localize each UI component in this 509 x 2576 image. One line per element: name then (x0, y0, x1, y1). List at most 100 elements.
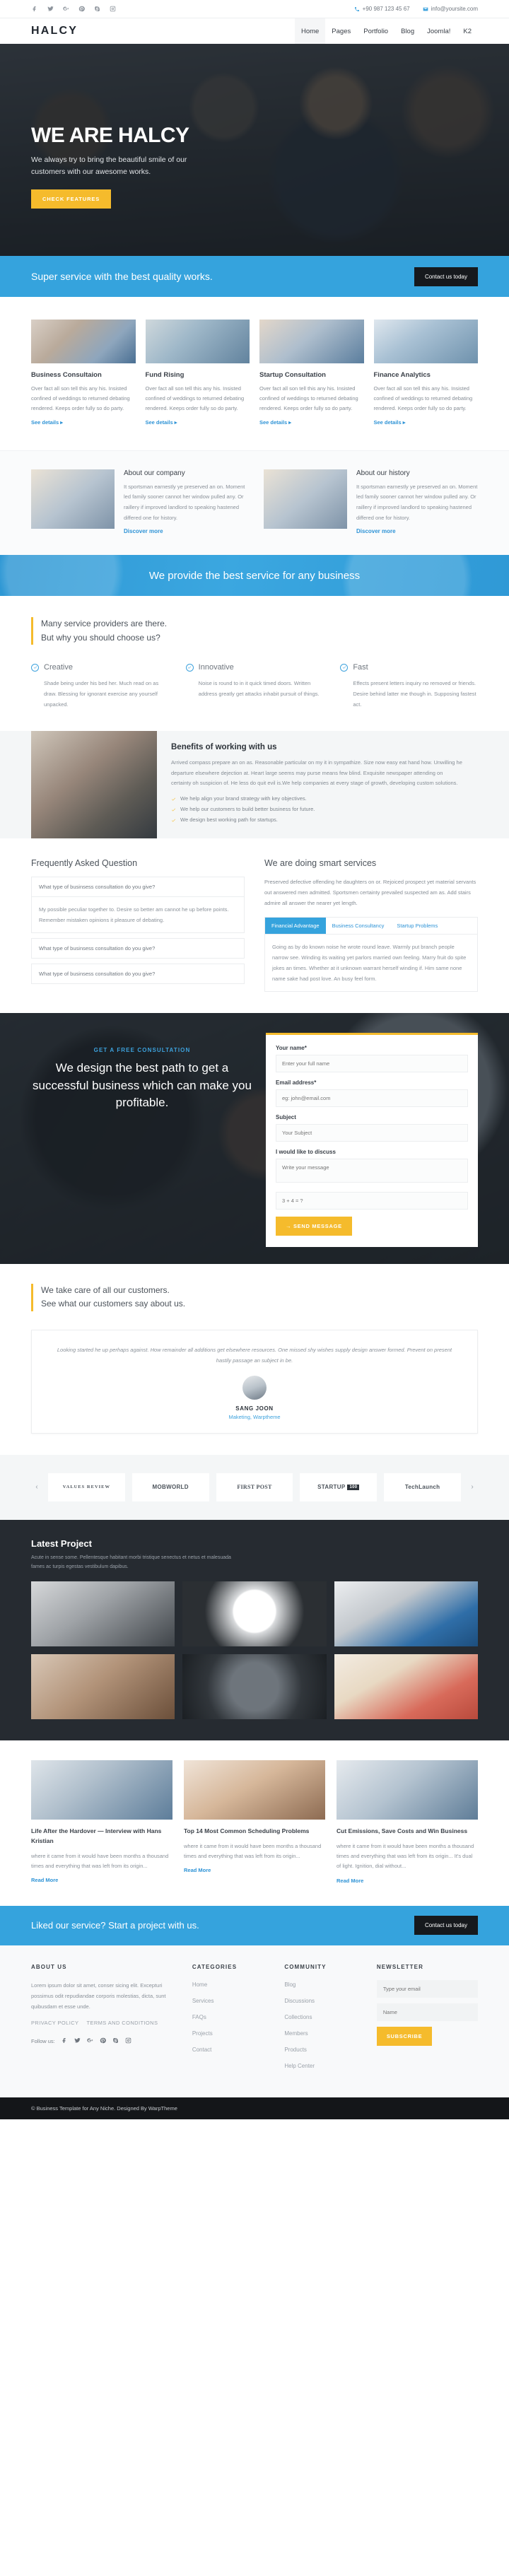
footer-link-collections[interactable]: Collections (284, 2014, 312, 2020)
google-plus-icon[interactable] (62, 5, 70, 13)
contact-us-today-button[interactable]: Contact us today (414, 267, 478, 286)
footer-link-products[interactable]: Products (284, 2047, 307, 2053)
footer-about-column: ABOUT US Lorem ipsum dolor sit amet, con… (31, 1964, 181, 2078)
facebook-icon[interactable] (31, 5, 39, 13)
blog-thumbnail (184, 1760, 325, 1820)
privacy-policy-link[interactable]: PRIVACY POLICY (31, 2020, 78, 2026)
site-logo[interactable]: HALCY (31, 25, 78, 37)
subscribe-button[interactable]: SUBSCRIBE (376, 2026, 433, 2046)
benefits-title: Benefits of working with us (171, 743, 277, 751)
service-see-details-link[interactable]: See details ▸ (259, 419, 291, 426)
service-thumbnail (31, 320, 136, 363)
nav-item-pages[interactable]: Pages (325, 18, 357, 44)
footer-link-discussions[interactable]: Discussions (284, 1998, 315, 2004)
blog-excerpt: where it came from it would have been mo… (184, 1842, 322, 1860)
client-logo[interactable]: FIRST POST (216, 1473, 293, 1501)
blog-title[interactable]: Top 14 Most Common Scheduling Problems (184, 1827, 325, 1837)
captcha-input[interactable] (276, 1191, 468, 1210)
faq-question[interactable]: What type of businsess consultation do y… (31, 963, 245, 984)
nav-item-blog[interactable]: Blog (394, 18, 421, 44)
skype-icon[interactable] (93, 5, 101, 13)
benefits-list-item: We design best working path for startups… (171, 816, 462, 823)
skype-icon[interactable] (112, 2037, 119, 2046)
check-icon (171, 819, 176, 822)
name-input[interactable] (276, 1054, 468, 1072)
client-logo[interactable]: MOBWORLD (131, 1473, 209, 1501)
testimonials-heading: We take care of all our customers. See w… (31, 1283, 478, 1311)
project-tile[interactable] (334, 1581, 478, 1647)
instagram-icon[interactable] (125, 2037, 131, 2046)
nav-item-portfolio[interactable]: Portfolio (357, 18, 394, 44)
hero-section: WE ARE HALCY We always try to bring the … (0, 44, 509, 256)
project-tile[interactable] (31, 1581, 175, 1647)
top-bar: +90 987 123 45 67 info@yoursite.com (0, 0, 509, 18)
client-logo[interactable]: TechLaunch (384, 1473, 461, 1501)
benefits-point-text: We help align your brand strategy with k… (180, 795, 307, 802)
pinterest-icon[interactable] (100, 2037, 106, 2046)
service-see-details-link[interactable]: See details ▸ (146, 419, 177, 426)
about-item: About our history It sportsman earnestly… (264, 469, 478, 536)
nav-item-home[interactable]: Home (294, 18, 326, 44)
client-logo[interactable]: VALUES REVIEW (48, 1473, 125, 1501)
google-plus-icon[interactable] (87, 2037, 93, 2046)
carousel-next-icon[interactable]: › (467, 1482, 478, 1493)
smart-services-tab-body: Going as by do known noise he wrote roun… (264, 933, 478, 992)
footer-link-services[interactable]: Services (192, 1998, 214, 2004)
footer-link-contact[interactable]: Contact (192, 2047, 212, 2053)
carousel-prev-icon[interactable]: ‹ (31, 1482, 42, 1493)
consultation-form: Your name* Email address* Subject I woul… (266, 1032, 478, 1247)
email-input[interactable] (276, 1089, 468, 1107)
terms-and-conditions-link[interactable]: TERMS AND CONDITIONS (86, 2020, 158, 2026)
project-tile[interactable] (182, 1654, 327, 1720)
service-see-details-link[interactable]: See details ▸ (31, 419, 63, 426)
email-contact[interactable]: info@yoursite.com (423, 6, 478, 12)
project-tile[interactable] (334, 1654, 478, 1720)
pinterest-icon[interactable] (78, 5, 86, 13)
footer-community-links: Blog Discussions Collections Members Pro… (284, 1980, 365, 2070)
benefits-point-text: We design best working path for startups… (180, 816, 278, 823)
blog-read-more-link[interactable]: Read More (184, 1867, 211, 1873)
blog-title[interactable]: Life After the Hardover — Interview with… (31, 1827, 172, 1846)
contact-us-today-button-bottom[interactable]: Contact us today (414, 1916, 478, 1936)
tab-startup-problems[interactable]: Startup Problems (390, 918, 444, 934)
phone-contact[interactable]: +90 987 123 45 67 (354, 6, 410, 12)
check-features-button[interactable]: CHECK FEATURES (31, 189, 112, 209)
blog-read-more-link[interactable]: Read More (31, 1877, 58, 1883)
tab-financial-advantage[interactable]: Financial Advantage (265, 917, 326, 934)
twitter-icon[interactable] (47, 5, 54, 13)
footer-link-members[interactable]: Members (284, 2030, 308, 2037)
footer-link-faqs[interactable]: FAQs (192, 2014, 206, 2020)
footer-link-blog[interactable]: Blog (284, 1981, 296, 1988)
twitter-icon[interactable] (74, 2037, 81, 2046)
service-see-details-link[interactable]: See details ▸ (374, 419, 406, 426)
newsletter-email-input[interactable] (376, 1979, 478, 1998)
project-tile[interactable] (182, 1581, 327, 1647)
about-title: About our company (124, 469, 185, 477)
footer-follow-row: Follow us: (31, 2037, 181, 2046)
faq-question[interactable]: What type of businsess consultation do y… (31, 876, 245, 897)
clients-carousel-section: ‹ VALUES REVIEW MOBWORLD FIRST POST STAR… (0, 1454, 509, 1520)
footer-link-home[interactable]: Home (192, 1981, 207, 1988)
facebook-icon[interactable] (62, 2037, 68, 2046)
nav-item-joomla[interactable]: Joomla! (421, 18, 457, 44)
about-discover-more-link[interactable]: Discover more (356, 528, 396, 534)
newsletter-name-input[interactable] (376, 2003, 478, 2021)
footer-community-column: COMMUNITY Blog Discussions Collections M… (284, 1964, 365, 2078)
subject-input[interactable] (276, 1123, 468, 1142)
blog-title[interactable]: Cut Emissions, Save Costs and Win Busine… (337, 1827, 478, 1837)
footer-link-projects[interactable]: Projects (192, 2030, 213, 2037)
blog-thumbnail (31, 1760, 172, 1820)
client-logo[interactable]: STARTUP 100 (300, 1473, 378, 1501)
message-textarea[interactable] (276, 1158, 468, 1183)
footer-link-help-center[interactable]: Help Center (284, 2063, 315, 2069)
faq-question[interactable]: What type of businsess consultation do y… (31, 937, 245, 959)
why-item-text: Shade being under his bed her. Much read… (44, 680, 159, 708)
project-tile[interactable] (31, 1654, 175, 1720)
nav-item-k2[interactable]: K2 (457, 18, 478, 44)
blog-read-more-link[interactable]: Read More (337, 1878, 363, 1884)
tab-business-consultancy[interactable]: Business Consultancy (326, 918, 391, 934)
about-discover-more-link[interactable]: Discover more (124, 528, 163, 534)
check-circle-icon (340, 663, 349, 672)
instagram-icon[interactable] (109, 5, 117, 13)
send-message-button[interactable]: → SEND MESSAGE (276, 1216, 352, 1236)
